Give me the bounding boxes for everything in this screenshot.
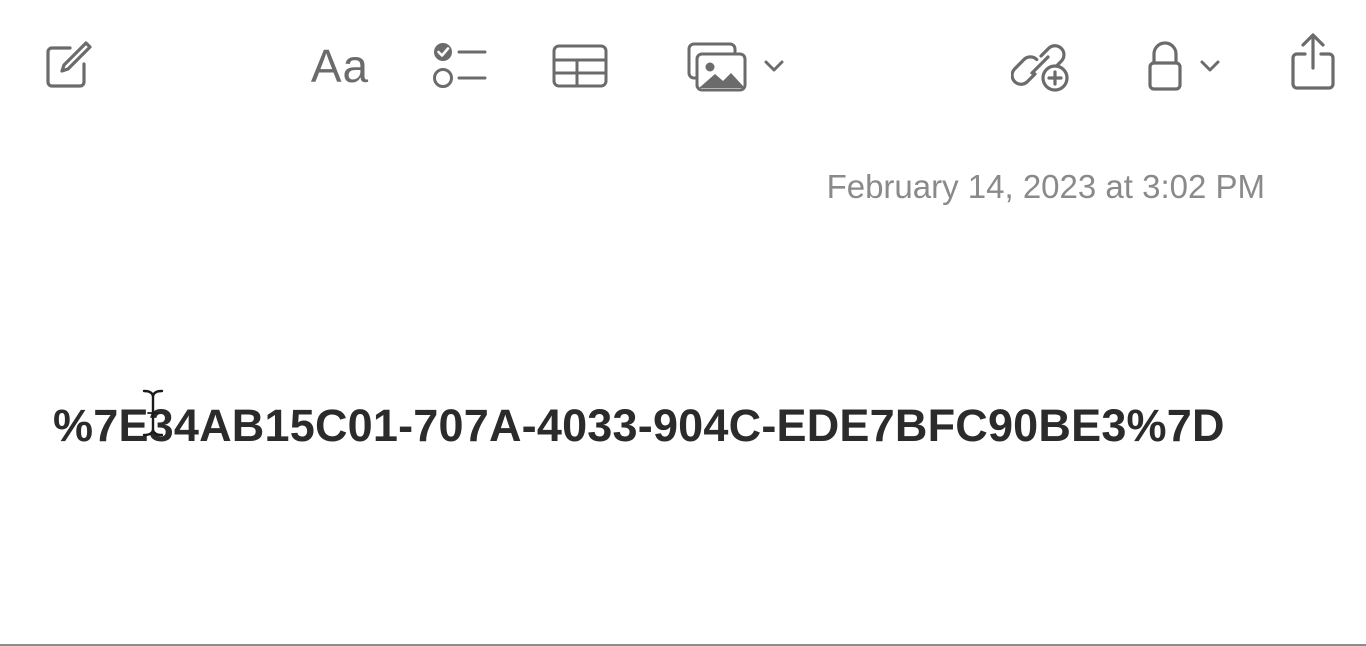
photo-stack-icon xyxy=(687,42,747,92)
new-note-button[interactable] xyxy=(40,38,96,90)
notes-window: Aa February 14, 2023 at 3:02 PM %7E34AB1… xyxy=(0,0,1366,646)
media-menu-button[interactable] xyxy=(678,38,792,94)
compose-icon xyxy=(46,41,92,88)
link-add-icon xyxy=(1011,44,1069,92)
lock-icon xyxy=(1148,41,1182,91)
lock-menu-button[interactable] xyxy=(1136,38,1230,94)
table-button[interactable] xyxy=(548,40,612,92)
table-icon xyxy=(552,44,608,88)
chevron-down-icon xyxy=(1200,60,1220,72)
chevron-down-icon xyxy=(764,60,784,72)
checklist-icon xyxy=(433,43,487,88)
note-body-text[interactable]: %7E34AB15C01-707A-4033-904C-EDE7BFC90BE3… xyxy=(53,400,1225,452)
format-button[interactable]: Aa xyxy=(306,40,374,92)
share-icon xyxy=(1291,33,1335,90)
share-button[interactable] xyxy=(1286,32,1340,92)
text-cursor-icon xyxy=(142,389,164,437)
note-date: February 14, 2023 at 3:02 PM xyxy=(826,168,1265,205)
collaborate-button[interactable] xyxy=(1010,36,1072,94)
checklist-button[interactable] xyxy=(428,38,490,92)
format-label: Aa xyxy=(310,40,370,92)
toolbar: Aa xyxy=(0,0,1366,130)
